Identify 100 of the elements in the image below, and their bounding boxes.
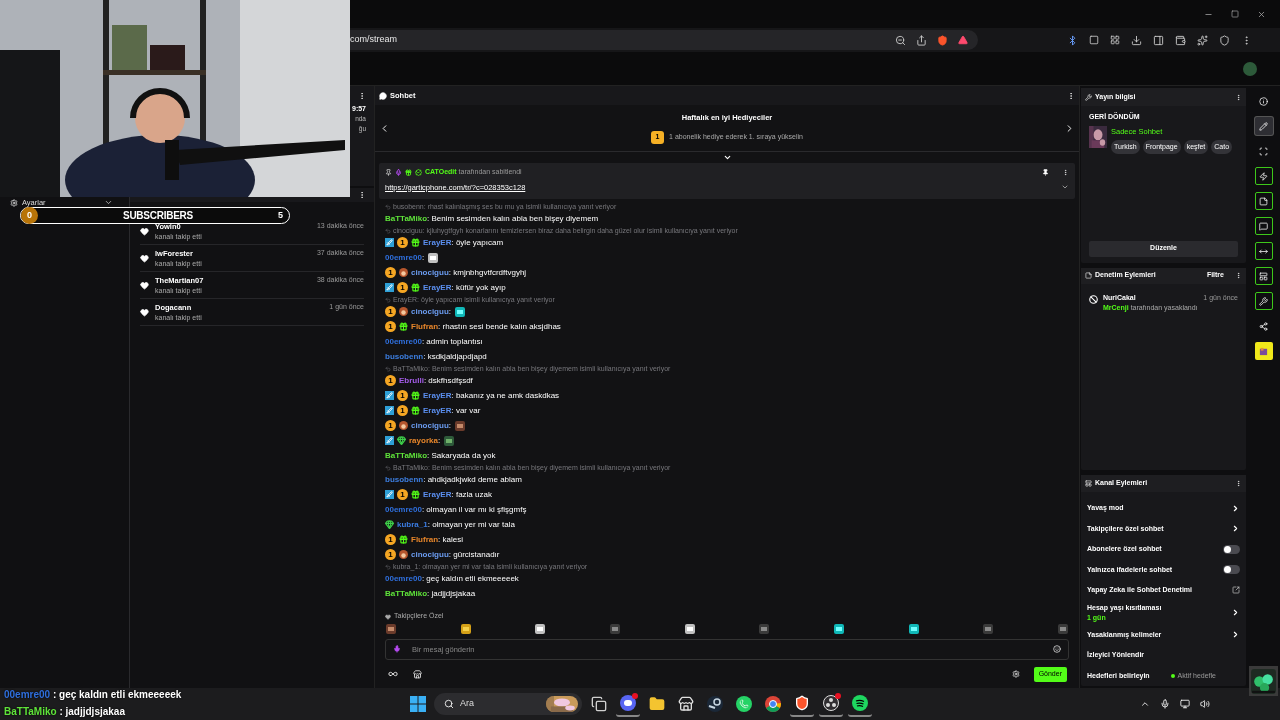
chat-message: BaTTaMiko: Sakaryada da yok: [385, 449, 496, 462]
chat-message: ErayER: öyle yapıcam: [423, 236, 504, 249]
emote-icon: [608, 623, 621, 635]
emote-button[interactable]: [832, 623, 845, 635]
more-icon[interactable]: [358, 92, 366, 100]
sword-icon: [385, 283, 394, 292]
emote-button[interactable]: [459, 623, 472, 635]
chat-message: cinociguu:: [411, 305, 451, 318]
badge-icon: [399, 268, 408, 277]
infinity-icon[interactable]: [387, 669, 399, 679]
taskbar-app[interactable]: [819, 691, 843, 717]
maximize-icon[interactable]: [1231, 10, 1239, 18]
chat-message: cinociguu: kmjnbhgvtfcrdftvgyhj: [411, 266, 527, 279]
chat-message: 00emre00: admin toplantısı: [385, 335, 483, 348]
more-icon[interactable]: [358, 191, 366, 199]
gift-icon: [399, 322, 408, 331]
gift-icon: [411, 238, 420, 247]
sidebar-icon[interactable]: [1153, 34, 1164, 46]
toggle-switch[interactable]: [1223, 544, 1240, 554]
tool-button[interactable]: [1254, 242, 1273, 260]
emote-button[interactable]: [907, 623, 920, 635]
close-icon[interactable]: [1257, 9, 1266, 19]
tool-button[interactable]: [1254, 167, 1273, 185]
subscriber-badge: 1: [385, 534, 396, 545]
wallet-icon[interactable]: [1175, 34, 1186, 46]
tool-button[interactable]: [1254, 192, 1273, 210]
emote-button[interactable]: [385, 623, 397, 635]
chat-icon: [1259, 221, 1268, 231]
share-icon[interactable]: [916, 34, 927, 46]
speaker-icon[interactable]: [1200, 699, 1210, 709]
emote-button[interactable]: [534, 623, 547, 635]
heart-icon: [385, 613, 391, 620]
gift-icon: [411, 490, 420, 499]
emote-icon: [443, 434, 456, 447]
badge-icon: [399, 307, 408, 316]
reply-icon: [385, 563, 391, 570]
lightning-icon: [1259, 171, 1268, 181]
microphone-icon[interactable]: [393, 645, 401, 653]
gem-icon: [397, 436, 406, 445]
subscriber-badge: 1: [385, 420, 396, 431]
triangle-icon[interactable]: [958, 35, 968, 45]
goal-title: SUBSCRIBERS: [121, 209, 194, 223]
tool-button[interactable]: [1254, 342, 1273, 360]
shield-icon[interactable]: [937, 34, 948, 46]
note-icon: [1085, 272, 1092, 280]
reply-icon: [385, 365, 391, 372]
browser-icon: [765, 696, 781, 712]
external-link-icon: [1232, 586, 1240, 595]
grid-icon[interactable]: [1110, 35, 1120, 45]
chat-message: BaTTaMiko: jadjjdjsjakaa: [385, 587, 476, 600]
avatar[interactable]: [1243, 61, 1257, 76]
chat-message: Flufran: rhastın sesi bende kalın aksjdhas: [411, 320, 561, 333]
subscriber-badge: 1: [397, 282, 408, 293]
toggle-switch[interactable]: [1223, 565, 1240, 575]
download-icon[interactable]: [1131, 34, 1142, 46]
tool-button[interactable]: [1254, 217, 1273, 235]
taskbar-search[interactable]: Ara: [434, 693, 582, 715]
chevron-right-icon: [1231, 524, 1240, 534]
chat-message: Flufran: kalesi: [411, 533, 463, 546]
chevron-right-icon: [1231, 630, 1240, 640]
chat-message: 00emre00: geç kaldın etli ekmeeeeek: [385, 572, 519, 585]
emote-icon: [454, 305, 466, 318]
emoji-icon[interactable]: [1053, 645, 1061, 653]
zoom-out-icon[interactable]: [895, 34, 906, 46]
emote-button[interactable]: [683, 623, 696, 635]
store-icon[interactable]: [413, 669, 422, 679]
reply-icon: [385, 203, 391, 210]
shield-icon[interactable]: [1219, 34, 1230, 46]
microphone-icon[interactable]: [1160, 699, 1170, 709]
settings-icon[interactable]: [1011, 670, 1020, 678]
windows-logo-icon[interactable]: [410, 696, 426, 712]
chat-message: BaTTaMiko: Benim sesimden kalın abla ben bişey diyemem: [385, 212, 599, 225]
tool-button[interactable]: [1254, 267, 1273, 285]
search-icon: [444, 699, 454, 709]
wrench-icon: [1259, 296, 1268, 306]
chevron-down-icon[interactable]: [104, 198, 113, 207]
chat-message: ErayER: bakanız ya ne amk daskdkas: [423, 389, 560, 402]
more-icon[interactable]: [1067, 91, 1075, 100]
chat-message: rayorka:: [409, 434, 441, 447]
pin-icon[interactable]: [1042, 168, 1049, 176]
chat-message: ErayER: küfür yok ayıp: [423, 281, 506, 294]
nodes-icon: [1259, 321, 1268, 331]
pencil-icon: [1259, 121, 1268, 131]
heart-icon: [140, 226, 149, 236]
tool-button[interactable]: [1254, 292, 1273, 310]
overlay-chat-line: 00emre00 : geç kaldın etli ekmeeeeek: [4, 688, 182, 702]
monitor-icon[interactable]: [1180, 699, 1190, 709]
sparkles-icon[interactable]: [1197, 34, 1208, 46]
store-icon: [678, 696, 694, 712]
settings-icon[interactable]: [10, 198, 18, 207]
gift-icon: [411, 391, 420, 400]
verified-icon: [415, 168, 422, 176]
emote-icon: [1056, 623, 1069, 635]
collapse-icon[interactable]: [722, 153, 732, 162]
heart-icon: [140, 307, 149, 317]
square-icon[interactable]: [1089, 35, 1099, 45]
taskbar-app[interactable]: [616, 691, 640, 717]
chevron-up-icon[interactable]: [1140, 699, 1150, 709]
emote-icon: [385, 623, 397, 635]
address-bar[interactable]: com/stream: [350, 30, 978, 50]
